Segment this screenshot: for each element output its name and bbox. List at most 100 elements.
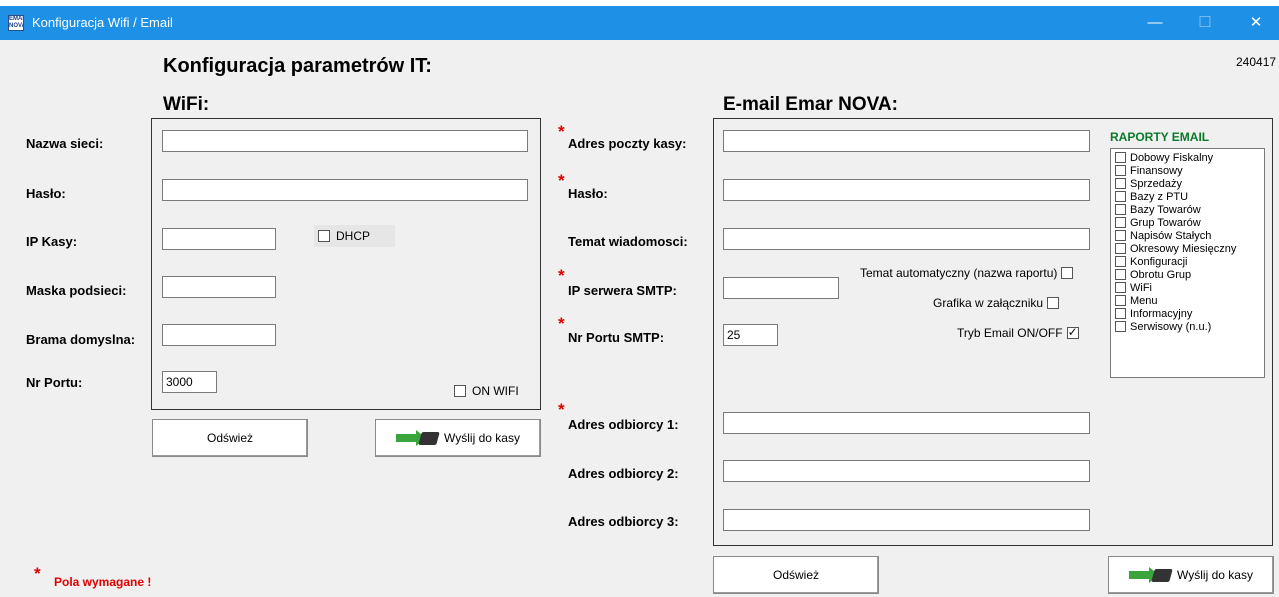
report-checkbox[interactable] (1115, 217, 1126, 228)
app-logo-icon: EMAR NOVA (8, 15, 24, 31)
page-title: Konfiguracja parametrów IT: (163, 55, 432, 77)
send-to-register-icon (1129, 565, 1173, 585)
wifi-password-input[interactable] (162, 179, 528, 201)
minimize-button[interactable]: — (1132, 6, 1178, 40)
report-checkbox[interactable] (1115, 178, 1126, 189)
report-item[interactable]: Okresowy Miesięczny (1111, 242, 1264, 255)
wifi-send-button[interactable]: Wyślij do kasy (375, 419, 541, 457)
required-mark-smtp-port: * (558, 314, 565, 333)
email-address-label: Adres poczty kasy: (568, 136, 687, 151)
report-item-label: Bazy z PTU (1130, 190, 1189, 203)
smtp-ip-input[interactable] (723, 277, 839, 299)
report-item[interactable]: Informacyjny (1111, 307, 1264, 320)
recipient1-label: Adres odbiorcy 1: (568, 417, 679, 432)
reports-title: RAPORTY EMAIL (1110, 130, 1210, 144)
auto-subject-label: Temat automatyczny (nazwa raportu) (860, 266, 1058, 280)
mask-input[interactable] (162, 276, 276, 298)
port-input[interactable] (162, 371, 217, 393)
close-button[interactable]: ✕ (1233, 6, 1279, 40)
wifi-refresh-label: Odśwież (206, 431, 253, 445)
recipient1-input[interactable] (723, 412, 1090, 434)
email-send-button[interactable]: Wyślij do kasy (1108, 556, 1274, 594)
recipient2-input[interactable] (723, 460, 1090, 482)
report-item[interactable]: Serwisowy (n.u.) (1111, 320, 1264, 333)
report-item[interactable]: Bazy z PTU (1111, 190, 1264, 203)
report-item[interactable]: Dobowy Fiskalny (1111, 151, 1264, 164)
report-item[interactable]: Sprzedaży (1111, 177, 1264, 190)
report-item[interactable]: Obrotu Grup (1111, 268, 1264, 281)
report-item[interactable]: Menu (1111, 294, 1264, 307)
report-checkbox[interactable] (1115, 230, 1126, 241)
recipient2-label: Adres odbiorcy 2: (568, 466, 679, 481)
report-checkbox[interactable] (1115, 243, 1126, 254)
wifi-panel (151, 118, 541, 410)
report-checkbox[interactable] (1115, 165, 1126, 176)
auto-subject-checkbox[interactable]: Temat automatyczny (nazwa raportu) (860, 266, 1074, 280)
on-wifi-label: ON WIFI (472, 384, 519, 398)
ip-input[interactable] (162, 228, 276, 250)
report-checkbox[interactable] (1115, 269, 1126, 280)
email-section-title: E-mail Emar NOVA: (723, 94, 898, 115)
wifi-password-label: Hasło: (26, 186, 66, 201)
report-item-label: Konfiguracji (1130, 255, 1188, 268)
dhcp-label: DHCP (336, 229, 371, 243)
report-item-label: Napisów Stałych (1130, 229, 1212, 242)
report-item[interactable]: Grup Towarów (1111, 216, 1264, 229)
on-wifi-checkbox[interactable]: ON WIFI (454, 384, 519, 398)
report-item-label: Obrotu Grup (1130, 268, 1192, 281)
report-checkbox[interactable] (1115, 204, 1126, 215)
required-mark-footer: * (34, 564, 41, 583)
email-password-input[interactable] (723, 179, 1090, 201)
report-item[interactable]: Finansowy (1111, 164, 1264, 177)
report-checkbox[interactable] (1115, 256, 1126, 267)
email-address-input[interactable] (723, 130, 1090, 152)
network-name-label: Nazwa sieci: (26, 136, 104, 151)
email-refresh-label: Odśwież (772, 568, 819, 582)
report-item[interactable]: Konfiguracji (1111, 255, 1264, 268)
report-checkbox[interactable] (1115, 321, 1126, 332)
report-item[interactable]: WiFi (1111, 281, 1264, 294)
email-send-label: Wyślij do kasy (1177, 568, 1253, 582)
report-checkbox[interactable] (1115, 191, 1126, 202)
version-label: 240417 (1236, 55, 1277, 69)
auto-subject-checkbox-box[interactable] (1061, 267, 1074, 279)
report-item-label: Bazy Towarów (1130, 203, 1201, 216)
report-checkbox[interactable] (1115, 308, 1126, 319)
email-toggle-checkbox[interactable]: Tryb Email ON/OFF (957, 325, 1079, 340)
window-title: Konfiguracja Wifi / Email (32, 15, 173, 30)
wifi-section-title: WiFi: (163, 94, 210, 115)
report-item-label: Informacyjny (1130, 307, 1193, 320)
recipient3-input[interactable] (723, 509, 1090, 531)
email-toggle-label: Tryb Email ON/OFF (957, 326, 1063, 340)
report-item-label: Dobowy Fiskalny (1130, 151, 1214, 164)
report-checkbox[interactable] (1115, 282, 1126, 293)
report-checkbox[interactable] (1115, 152, 1126, 163)
email-subject-input[interactable] (723, 228, 1090, 250)
report-item[interactable]: Napisów Stałych (1111, 229, 1264, 242)
attachment-checkbox[interactable]: Grafika w załączniku (933, 296, 1060, 310)
report-item[interactable]: Bazy Towarów (1111, 203, 1264, 216)
gateway-input[interactable] (162, 324, 276, 346)
network-name-input[interactable] (162, 130, 528, 152)
report-checkbox[interactable] (1115, 295, 1126, 306)
send-to-register-icon (396, 428, 440, 448)
report-item-label: Finansowy (1130, 164, 1183, 177)
report-item-label: Grup Towarów (1130, 216, 1201, 229)
dhcp-checkbox[interactable]: DHCP (314, 225, 395, 247)
smtp-port-input[interactable] (723, 324, 778, 346)
report-item-label: Menu (1130, 294, 1158, 307)
mask-label: Maska podsieci: (26, 283, 127, 298)
maximize-button[interactable]: ☐ (1182, 6, 1228, 40)
email-toggle-checkbox-box[interactable] (1066, 325, 1079, 339)
attachment-label: Grafika w załączniku (933, 296, 1044, 310)
port-label: Nr Portu: (26, 375, 83, 390)
attachment-checkbox-box[interactable] (1047, 297, 1060, 309)
email-refresh-button[interactable]: Odśwież (713, 556, 879, 594)
dhcp-checkbox-box[interactable] (318, 230, 330, 242)
wifi-refresh-button[interactable]: Odśwież (152, 419, 308, 457)
email-subject-label: Temat wiadomosci: (568, 234, 688, 249)
title-bar: EMAR NOVA Konfiguracja Wifi / Email — ☐ … (0, 6, 1279, 40)
gateway-label: Brama domyslna: (26, 332, 136, 347)
on-wifi-checkbox-box[interactable] (454, 385, 466, 397)
report-item-label: WiFi (1130, 281, 1152, 294)
